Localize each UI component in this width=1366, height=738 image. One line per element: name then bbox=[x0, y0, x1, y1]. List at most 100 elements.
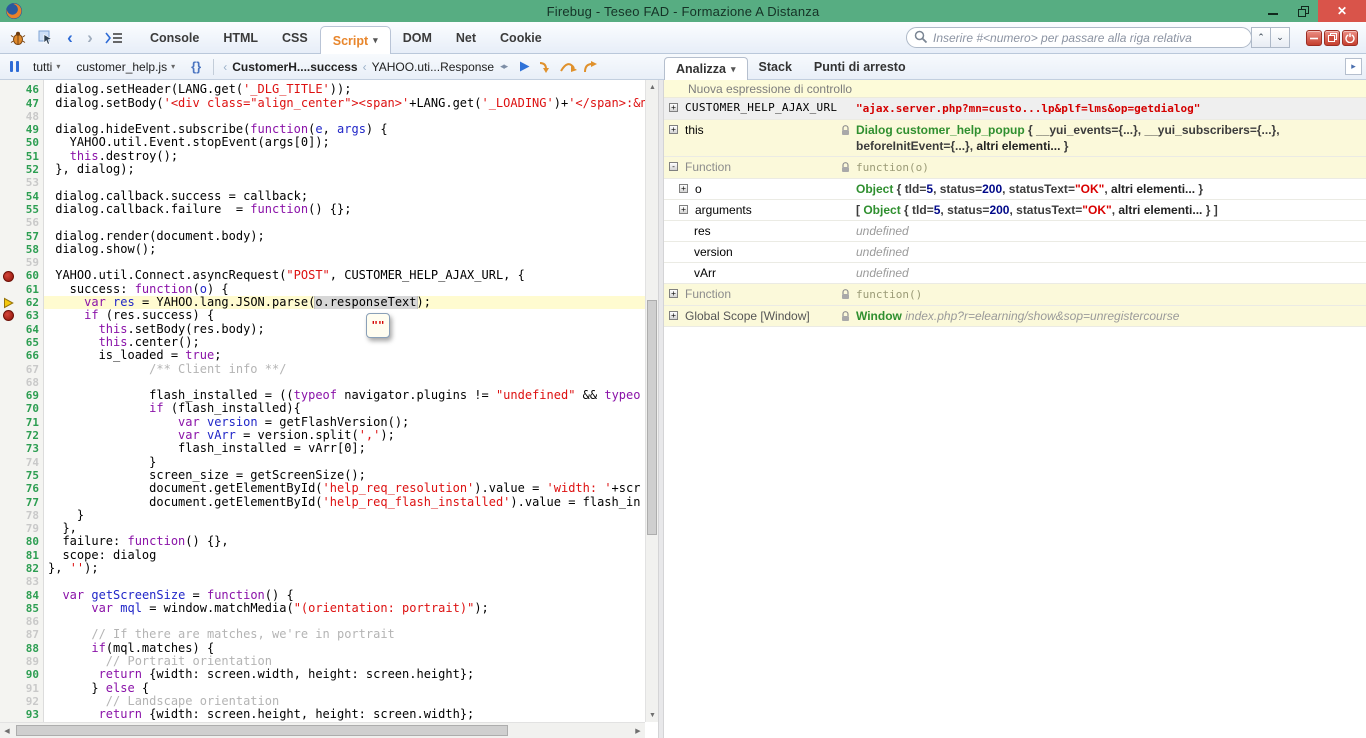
line-number[interactable]: 79 bbox=[17, 522, 44, 535]
line-number[interactable]: 59 bbox=[17, 256, 44, 269]
file-selector-dropdown[interactable]: customer_help.js ▾ bbox=[76, 60, 175, 74]
line-number[interactable]: 88 bbox=[17, 642, 44, 655]
line-number[interactable]: 92 bbox=[17, 695, 44, 708]
breakpoint-gutter-cell[interactable] bbox=[0, 376, 17, 389]
breakpoint-gutter-cell[interactable] bbox=[0, 628, 17, 641]
breakpoint-gutter-cell[interactable] bbox=[0, 602, 17, 615]
breakpoint-gutter-cell[interactable] bbox=[0, 83, 17, 96]
breakpoint-gutter-cell[interactable] bbox=[0, 442, 17, 455]
firebug-bug-icon[interactable] bbox=[6, 26, 30, 50]
breakpoint-gutter-cell[interactable] bbox=[0, 123, 17, 136]
expand-toggle-icon[interactable]: + bbox=[679, 205, 688, 214]
line-number[interactable]: 86 bbox=[17, 615, 44, 628]
firebug-detach-button[interactable] bbox=[1324, 30, 1340, 46]
breakpoint-gutter-cell[interactable] bbox=[0, 535, 17, 548]
line-number[interactable]: 82 bbox=[17, 562, 44, 575]
collapse-toggle-icon[interactable]: - bbox=[669, 162, 678, 171]
breakpoint-gutter-cell[interactable] bbox=[0, 97, 17, 110]
breakpoint-gutter-cell[interactable] bbox=[0, 469, 17, 482]
breakpoint-gutter-cell[interactable] bbox=[0, 176, 17, 189]
watch-row-this[interactable]: +thisDialog customer_help_popup { __yui_… bbox=[664, 120, 1366, 157]
line-number[interactable]: 71 bbox=[17, 416, 44, 429]
line-number[interactable]: 85 bbox=[17, 602, 44, 615]
line-number[interactable]: 48 bbox=[17, 110, 44, 123]
breakpoint-gutter-cell[interactable] bbox=[0, 363, 17, 376]
line-number[interactable]: 62 bbox=[17, 296, 44, 309]
expand-toggle-icon[interactable]: + bbox=[669, 103, 678, 112]
line-number[interactable]: 83 bbox=[17, 575, 44, 588]
watch-row-arguments[interactable]: +arguments[ Object { tld=5, status=200, … bbox=[664, 200, 1366, 221]
line-number[interactable]: 72 bbox=[17, 429, 44, 442]
line-number[interactable]: 51 bbox=[17, 150, 44, 163]
breakpoint-gutter-cell[interactable] bbox=[0, 216, 17, 229]
line-number[interactable]: 53 bbox=[17, 176, 44, 189]
line-number[interactable]: 67 bbox=[17, 363, 44, 376]
breakpoint-gutter-cell[interactable] bbox=[0, 283, 17, 296]
goto-line-search-input[interactable] bbox=[906, 27, 1252, 48]
breakpoint-gutter-cell[interactable] bbox=[0, 256, 17, 269]
breakpoint-gutter-cell[interactable] bbox=[0, 708, 17, 721]
breakpoint-gutter-cell[interactable] bbox=[0, 655, 17, 668]
line-number[interactable]: 57 bbox=[17, 230, 44, 243]
breakpoint-gutter-cell[interactable] bbox=[0, 150, 17, 163]
history-back-icon[interactable]: ‹ bbox=[60, 28, 80, 48]
current-line-marker[interactable] bbox=[0, 296, 17, 309]
watch-row-res[interactable]: resundefined bbox=[664, 221, 1366, 242]
pretty-print-icon[interactable]: {} bbox=[191, 59, 201, 74]
watch-variable-name[interactable]: res bbox=[694, 223, 711, 239]
breakpoint-gutter-cell[interactable] bbox=[0, 522, 17, 535]
breakpoint-gutter-cell[interactable] bbox=[0, 456, 17, 469]
breakpoint-gutter-cell[interactable] bbox=[0, 136, 17, 149]
search-next-button[interactable]: ⌄ bbox=[1270, 27, 1290, 48]
horizontal-scrollbar-thumb[interactable] bbox=[16, 725, 508, 736]
breakpoint-gutter-cell[interactable] bbox=[0, 562, 17, 575]
tab-cookie[interactable]: Cookie bbox=[488, 22, 554, 53]
breakpoint-gutter-cell[interactable] bbox=[0, 190, 17, 203]
breakpoint-dot[interactable] bbox=[0, 309, 17, 322]
window-restore-button[interactable] bbox=[1288, 0, 1318, 22]
line-number[interactable]: 55 bbox=[17, 203, 44, 216]
watch-variable-name[interactable]: this bbox=[685, 122, 704, 138]
breakpoint-gutter-cell[interactable] bbox=[0, 389, 17, 402]
line-number[interactable]: 87 bbox=[17, 628, 44, 641]
line-number[interactable]: 65 bbox=[17, 336, 44, 349]
watch-variable-name[interactable]: vArr bbox=[694, 265, 716, 281]
breakpoint-gutter-cell[interactable] bbox=[0, 230, 17, 243]
watch-row-function-o[interactable]: -Functionfunction(o) bbox=[664, 157, 1366, 179]
expand-toggle-icon[interactable]: + bbox=[669, 289, 678, 298]
step-over-button[interactable] bbox=[557, 57, 579, 77]
line-number[interactable]: 54 bbox=[17, 190, 44, 203]
line-number[interactable]: 80 bbox=[17, 535, 44, 548]
breakpoint-gutter-cell[interactable] bbox=[0, 682, 17, 695]
script-filter-dropdown[interactable]: tutti ▾ bbox=[33, 60, 60, 74]
tab-stack[interactable]: Stack bbox=[748, 54, 803, 79]
watch-variable-name[interactable]: CUSTOMER_HELP_AJAX_URL bbox=[685, 100, 837, 116]
breakpoint-gutter-cell[interactable] bbox=[0, 549, 17, 562]
watch-row-function-2[interactable]: +Functionfunction() bbox=[664, 284, 1366, 306]
line-number[interactable]: 58 bbox=[17, 243, 44, 256]
line-number[interactable]: 81 bbox=[17, 549, 44, 562]
breakpoint-gutter-cell[interactable] bbox=[0, 482, 17, 495]
stack-frame-parent[interactable]: YAHOO.uti...Response bbox=[372, 60, 495, 74]
breakpoint-gutter-cell[interactable] bbox=[0, 336, 17, 349]
scroll-down-icon[interactable]: ▼ bbox=[646, 708, 658, 722]
window-minimize-button[interactable] bbox=[1258, 0, 1288, 22]
panel-list-icon[interactable] bbox=[102, 26, 126, 50]
line-number[interactable]: 93 bbox=[17, 708, 44, 721]
vertical-scrollbar-thumb[interactable] bbox=[647, 300, 657, 535]
line-number[interactable]: 90 bbox=[17, 668, 44, 681]
breakpoint-gutter-cell[interactable] bbox=[0, 243, 17, 256]
window-close-button[interactable]: ✕ bbox=[1318, 0, 1366, 22]
scroll-left-icon[interactable]: ◀ bbox=[0, 723, 14, 738]
breakpoint-gutter-cell[interactable] bbox=[0, 110, 17, 123]
line-number[interactable]: 63 bbox=[17, 309, 44, 322]
firebug-minimize-button[interactable] bbox=[1306, 30, 1322, 46]
new-watch-expression[interactable]: Nuova espressione di controllo bbox=[664, 80, 1366, 98]
tab-script[interactable]: Script ▾ bbox=[320, 26, 391, 54]
line-number[interactable]: 47 bbox=[17, 97, 44, 110]
tab-net[interactable]: Net bbox=[444, 22, 488, 53]
expand-toggle-icon[interactable]: + bbox=[669, 125, 678, 134]
line-number[interactable]: 75 bbox=[17, 469, 44, 482]
line-number[interactable]: 61 bbox=[17, 283, 44, 296]
history-forward-icon[interactable]: › bbox=[80, 28, 100, 48]
